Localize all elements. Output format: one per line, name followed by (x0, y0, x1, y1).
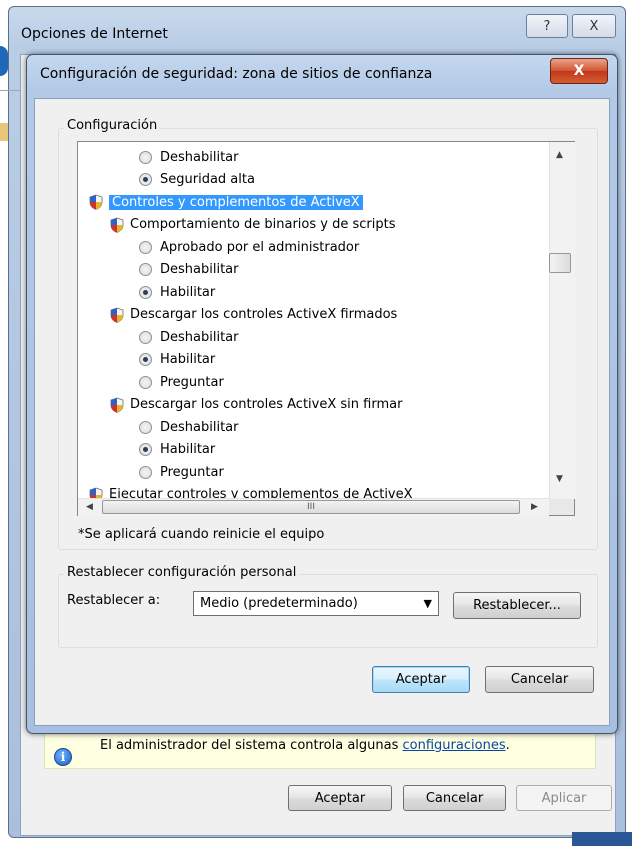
background-divider (0, 90, 20, 91)
radio-checked-icon[interactable] (139, 285, 152, 299)
tree-item-label: Seguridad alta (160, 172, 255, 187)
close-icon: X (589, 18, 599, 34)
tree-radio-option[interactable]: Deshabilitar (139, 416, 238, 438)
tree-radio-option[interactable]: Habilitar (139, 281, 215, 303)
taskbar-fragment (572, 832, 632, 846)
radio-unchecked-icon[interactable] (139, 150, 152, 164)
outer-cancel-button[interactable]: Cancelar (403, 785, 506, 811)
security-shield-icon (89, 194, 103, 210)
tree-radio-option[interactable]: Aprobado por el administrador (139, 236, 359, 258)
tree-radio-option[interactable]: Deshabilitar (139, 146, 238, 168)
tree-item-label: Deshabilitar (160, 262, 239, 277)
radio-checked-icon[interactable] (139, 443, 152, 456)
admin-info-text: El administrador del sistema controla al… (100, 738, 510, 753)
grip-icon: III (307, 502, 315, 512)
tree-category[interactable]: Controles y complementos de ActiveX (89, 191, 363, 213)
internet-options-title: Opciones de Internet (21, 26, 168, 42)
security-shield-icon (110, 217, 124, 233)
tree-radio-option[interactable]: Deshabilitar (139, 259, 238, 281)
close-icon: X (573, 63, 585, 79)
tree-item-label: Habilitar (160, 284, 216, 300)
background-app-edge (0, 46, 8, 76)
outer-close-button[interactable]: X (572, 14, 616, 38)
tree-item-label: Deshabilitar (160, 149, 239, 165)
tree-radio-option[interactable]: Deshabilitar (139, 326, 238, 348)
tree-item-label: Descargar los controles ActiveX sin firm… (130, 397, 403, 412)
scroll-left-icon[interactable]: ◀ (86, 502, 93, 512)
dialog-title: Configuración de seguridad: zona de siti… (40, 66, 433, 82)
tree-item-label: Preguntar (160, 374, 224, 390)
background-app-edge-accent (0, 123, 8, 141)
scroll-down-icon[interactable]: ▼ (556, 474, 563, 484)
restart-note: *Se aplicará cuando reinicie el equipo (78, 527, 325, 542)
tree-item-label: Aprobado por el administrador (160, 239, 360, 255)
reset-to-label: Restablecer a: (67, 593, 161, 608)
tree-radio-option[interactable]: Habilitar (139, 439, 215, 461)
info-icon: i (54, 748, 72, 766)
tree-category[interactable]: Comportamiento de binarios y de scripts (110, 214, 395, 236)
admin-info-message: El administrador del sistema controla al… (100, 738, 399, 753)
radio-checked-icon[interactable] (139, 173, 152, 186)
info-period: . (505, 738, 510, 753)
radio-unchecked-icon[interactable] (139, 330, 152, 344)
tree-vertical-scroll-thumb[interactable] (549, 253, 571, 273)
radio-unchecked-icon[interactable] (139, 420, 152, 434)
tree-horizontal-scroll-thumb[interactable]: III (102, 500, 520, 514)
tree-radio-option[interactable]: Seguridad alta (139, 169, 255, 191)
help-icon: ? (543, 18, 551, 34)
tree-item-label: Controles y complementos de ActiveX (109, 194, 363, 210)
configurations-link[interactable]: configuraciones (403, 738, 506, 753)
reset-level-value: Medio (predeterminado) (200, 596, 358, 611)
outer-ok-button[interactable]: Aceptar (288, 785, 392, 811)
security-shield-icon (110, 397, 124, 413)
reset-group-label: Restablecer configuración personal (64, 565, 300, 580)
tree-item-label: Comportamiento de binarios y de scripts (130, 217, 396, 232)
tree-radio-option[interactable]: Habilitar (139, 349, 215, 371)
outer-apply-button[interactable]: Aplicar (516, 785, 612, 811)
reset-level-select[interactable]: Medio (predeterminado) ▼ (193, 591, 439, 616)
radio-unchecked-icon[interactable] (139, 240, 152, 254)
scroll-up-icon[interactable]: ▲ (556, 150, 563, 160)
tree-item-label: Deshabilitar (160, 329, 239, 345)
tree-vertical-scrollbar[interactable] (549, 142, 575, 499)
settings-group-label: Configuración (64, 118, 161, 133)
dropdown-arrow-icon: ▼ (423, 597, 432, 610)
security-shield-icon (110, 307, 124, 323)
tree-item-label: Habilitar (160, 352, 216, 367)
radio-checked-icon[interactable] (139, 353, 152, 366)
help-button[interactable]: ? (526, 14, 568, 38)
radio-unchecked-icon[interactable] (139, 263, 152, 276)
scrollbar-corner (549, 499, 574, 515)
radio-unchecked-icon[interactable] (139, 465, 152, 479)
tree-category[interactable]: Descargar los controles ActiveX firmados (110, 304, 397, 326)
tree-item-label: Descargar los controles ActiveX firmados (130, 307, 398, 322)
tree-item-label: Deshabilitar (160, 419, 239, 435)
dialog-ok-button[interactable]: Aceptar (372, 666, 470, 693)
radio-unchecked-icon[interactable] (139, 375, 152, 389)
tree-radio-option[interactable]: Preguntar (139, 371, 224, 393)
settings-tree[interactable]: Deshabilitar Seguridad alta Controles y co… (77, 141, 575, 516)
tree-item-label: Preguntar (160, 464, 224, 480)
tree-radio-option[interactable]: Preguntar (139, 461, 224, 483)
scroll-right-icon[interactable]: ▶ (531, 502, 538, 512)
tree-category[interactable]: Descargar los controles ActiveX sin firm… (110, 394, 402, 416)
dialog-cancel-button[interactable]: Cancelar (485, 666, 594, 693)
tree-item-label: Habilitar (160, 442, 216, 457)
reset-button[interactable]: Restablecer... (453, 592, 581, 619)
dialog-close-button[interactable]: X (550, 58, 608, 84)
